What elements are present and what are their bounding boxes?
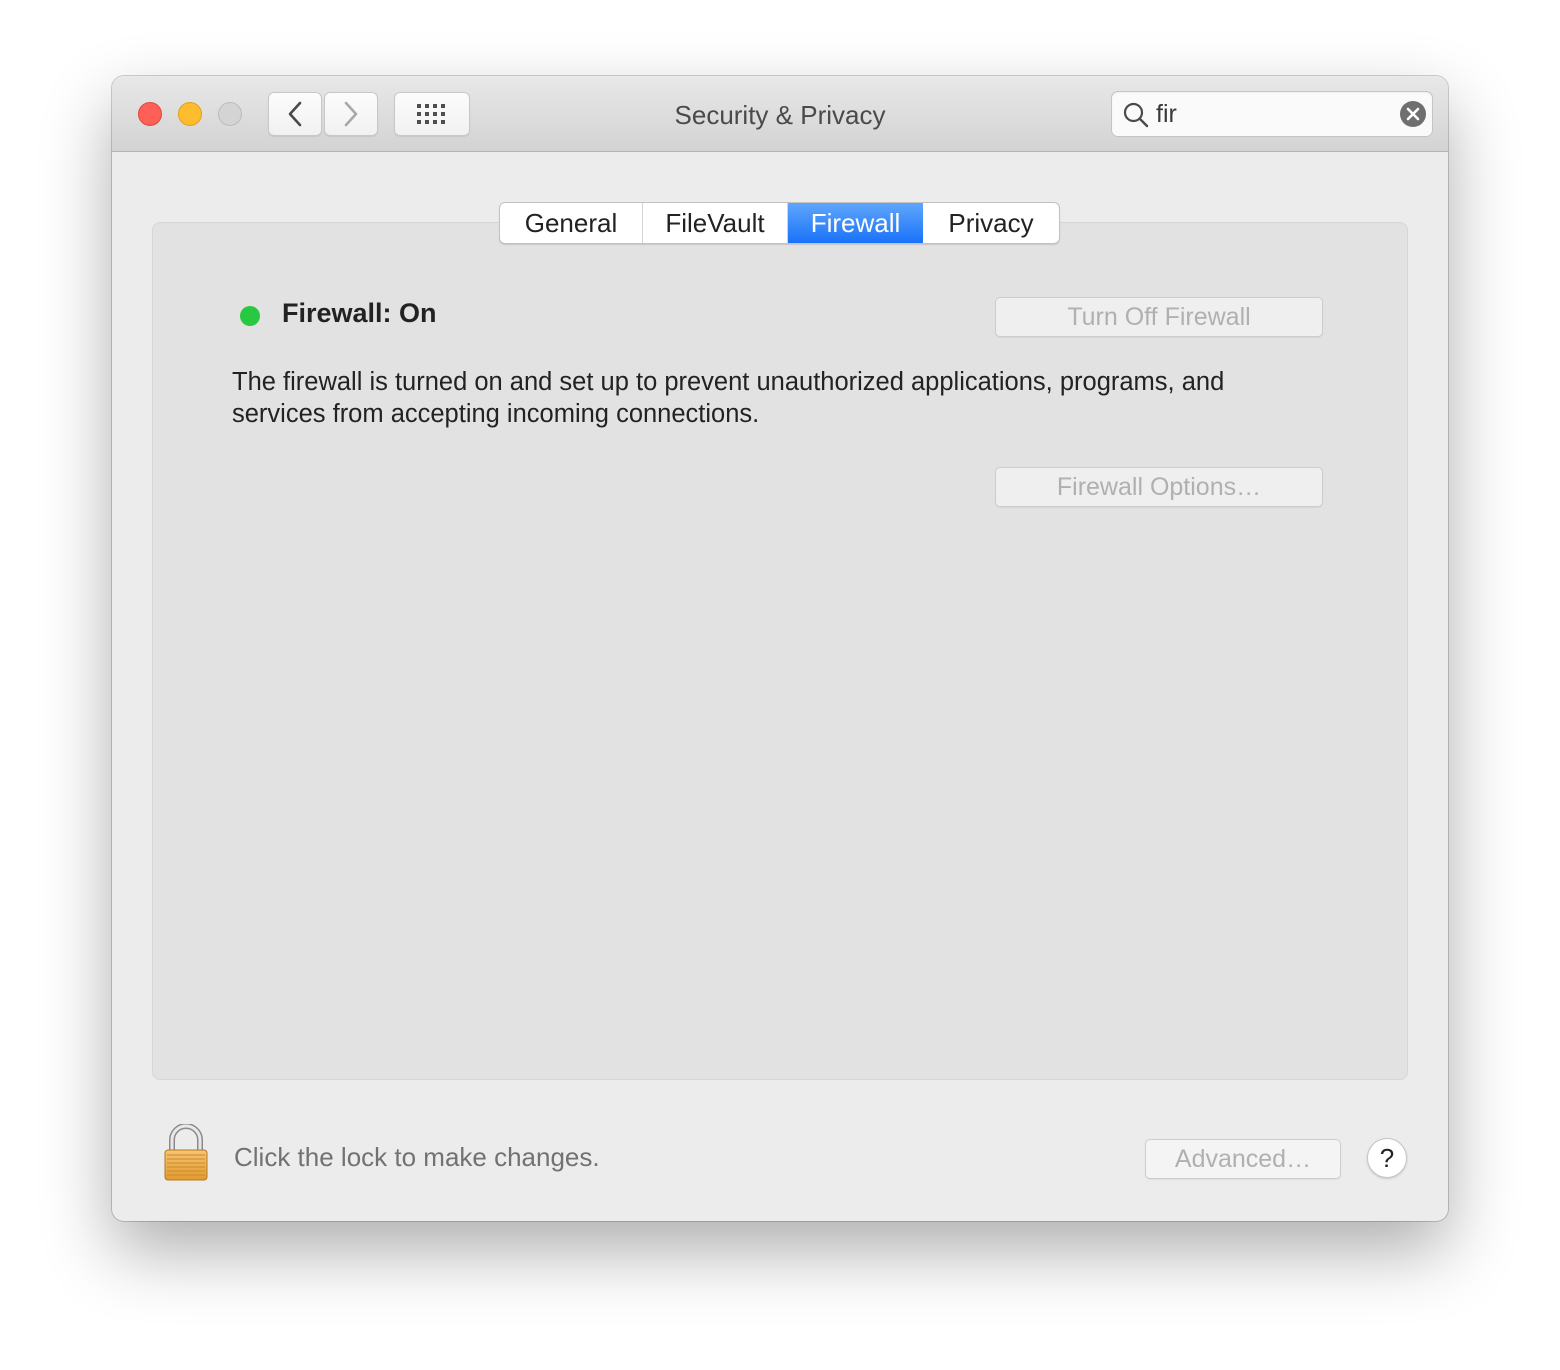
forward-button[interactable] — [324, 92, 378, 136]
tab-filevault[interactable]: FileVault — [643, 203, 788, 243]
search-field[interactable] — [1111, 91, 1433, 137]
show-all-button[interactable] — [394, 92, 470, 136]
clear-icon — [1406, 107, 1420, 121]
preferences-window: Security & Privacy General FileVault Fir… — [112, 76, 1448, 1221]
tab-bar: General FileVault Firewall Privacy — [499, 202, 1060, 244]
advanced-button[interactable]: Advanced… — [1145, 1139, 1341, 1179]
turn-off-firewall-button[interactable]: Turn Off Firewall — [995, 297, 1323, 337]
chevron-right-icon — [344, 101, 358, 127]
search-icon — [1123, 102, 1149, 128]
back-button[interactable] — [268, 92, 322, 136]
clear-search-button[interactable] — [1400, 101, 1426, 127]
close-window-button[interactable] — [138, 102, 162, 126]
content-panel — [152, 222, 1408, 1080]
lock-button[interactable] — [162, 1123, 210, 1187]
tab-firewall[interactable]: Firewall — [788, 203, 923, 243]
navigation-buttons — [268, 92, 378, 136]
firewall-status-indicator — [240, 306, 260, 326]
firewall-options-button[interactable]: Firewall Options… — [995, 467, 1323, 507]
firewall-status-label: Firewall: On — [282, 298, 437, 328]
title-bar: Security & Privacy — [112, 76, 1448, 152]
grid-icon — [417, 104, 445, 124]
zoom-window-button[interactable] — [218, 102, 242, 126]
search-input[interactable] — [1156, 92, 1386, 136]
firewall-description: The firewall is turned on and set up to … — [232, 368, 1225, 428]
help-button[interactable]: ? — [1367, 1138, 1407, 1178]
tab-privacy[interactable]: Privacy — [923, 203, 1059, 243]
lock-hint-label: Click the lock to make changes. — [234, 1142, 600, 1172]
tab-general[interactable]: General — [500, 203, 643, 243]
lock-icon — [164, 1123, 208, 1181]
chevron-left-icon — [288, 101, 302, 127]
minimize-window-button[interactable] — [178, 102, 202, 126]
